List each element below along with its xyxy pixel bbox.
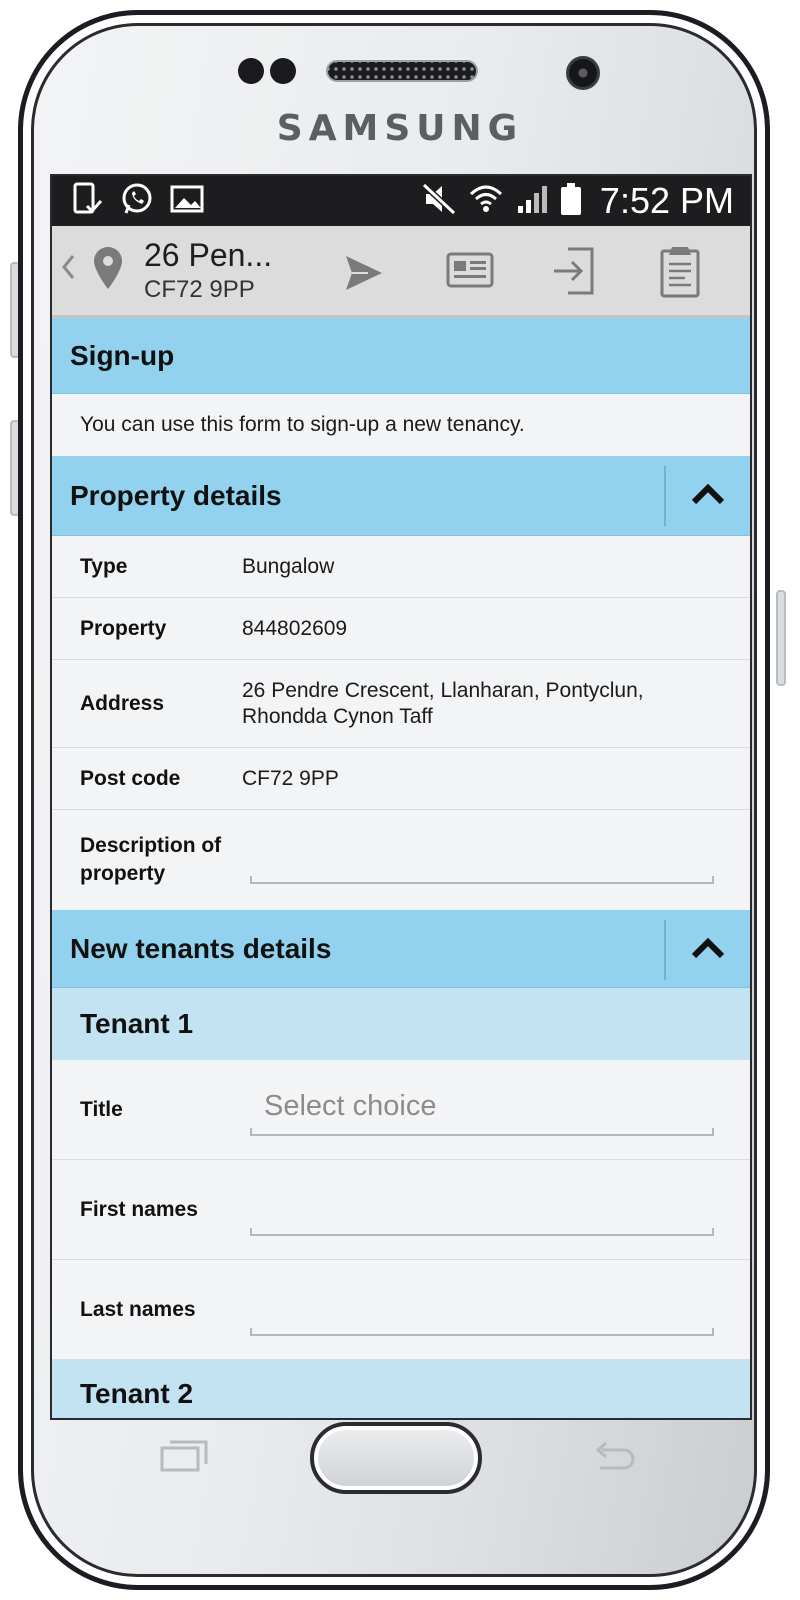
last-names-label: Last names	[80, 1297, 196, 1321]
property-value: 844802609	[242, 616, 348, 640]
address-label: Address	[80, 691, 165, 715]
wifi-icon	[468, 182, 504, 221]
location-postcode: CF72 9PP	[144, 276, 255, 303]
chevron-up-icon	[691, 483, 725, 510]
signal-icon	[516, 184, 548, 219]
title-select[interactable]: Select choice	[264, 1090, 437, 1123]
type-label: Type	[80, 554, 128, 578]
new-tenants-header[interactable]: New tenants details	[52, 910, 750, 988]
description-label-line-1: Description of	[80, 834, 222, 857]
address-value: 26 Pendre Crescent, Llanharan, Pontyclun…	[242, 678, 644, 730]
tenant-1-title-row: Title Select choice	[52, 1060, 750, 1160]
chevron-up-icon	[691, 937, 725, 964]
first-names-field[interactable]	[250, 1228, 714, 1236]
card-icon[interactable]	[446, 252, 494, 293]
new-tenants-title: New tenants details	[70, 932, 332, 964]
login-icon[interactable]	[552, 246, 596, 301]
collapse-tenants-button[interactable]	[664, 920, 750, 980]
tenant-1-last-names-row: Last names	[52, 1260, 750, 1360]
status-bar: 7:52 PM	[52, 176, 750, 226]
brand-logo: SAMSUNG	[276, 108, 524, 149]
description-field[interactable]	[250, 876, 714, 884]
property-row-postcode: Post code CF72 9PP	[52, 748, 750, 810]
signup-header: Sign-up	[52, 318, 750, 394]
title-select-underline[interactable]	[250, 1128, 714, 1136]
back-arrow-icon[interactable]	[590, 1440, 636, 1477]
earpiece-speaker	[326, 60, 478, 82]
tenant-1-header: Tenant 1	[52, 988, 750, 1060]
toolbar: 26 Pen... CF72 9PP	[52, 226, 750, 318]
screen: 7:52 PM 26 Pen... CF72 9PP Sign-up You c…	[50, 174, 752, 1420]
last-names-field[interactable]	[250, 1328, 714, 1336]
proximity-sensor	[238, 58, 264, 84]
light-sensor	[270, 58, 296, 84]
location-header[interactable]: 26 Pen... CF72 9PP	[92, 237, 294, 304]
status-time: 7:52 PM	[599, 180, 734, 221]
address-line-2: Rhondda Cynon Taff	[242, 704, 433, 728]
postcode-label: Post code	[80, 766, 181, 790]
signup-title: Sign-up	[70, 339, 175, 371]
type-value: Bungalow	[242, 554, 335, 578]
send-icon[interactable]	[344, 254, 384, 297]
clipboard-icon[interactable]	[660, 244, 700, 303]
recent-apps-icon[interactable]	[160, 1438, 208, 1477]
gallery-icon	[170, 184, 204, 219]
first-names-label: First names	[80, 1197, 198, 1221]
property-details-header[interactable]: Property details	[52, 456, 750, 536]
location-title: 26 Pen...	[144, 237, 273, 273]
postcode-value: CF72 9PP	[242, 766, 339, 790]
mute-icon	[421, 182, 456, 220]
map-pin-icon	[92, 245, 124, 296]
tenant-1-first-names-row: First names	[52, 1160, 750, 1260]
whatsapp-icon	[120, 182, 154, 221]
property-row-description: Description of property	[52, 810, 750, 910]
front-camera-icon	[566, 56, 600, 90]
back-chevron-icon[interactable]	[60, 253, 86, 289]
home-button[interactable]	[310, 1422, 482, 1494]
property-row-type: Type Bungalow	[52, 536, 750, 598]
property-row-property: Property 844802609	[52, 598, 750, 660]
description-label: Description of property	[80, 832, 242, 888]
address-line-1: 26 Pendre Crescent, Llanharan, Pontyclun…	[242, 678, 644, 702]
device-check-icon	[72, 182, 104, 221]
signup-intro: You can use this form to sign-up a new t…	[52, 394, 750, 456]
property-row-address: Address 26 Pendre Crescent, Llanharan, P…	[52, 660, 750, 748]
power-button[interactable]	[776, 590, 786, 686]
description-label-line-2: property	[80, 862, 166, 885]
title-label: Title	[80, 1097, 123, 1121]
tenant-2-header: Tenant 2	[52, 1360, 750, 1418]
property-details-title: Property details	[70, 479, 282, 511]
property-label: Property	[80, 616, 167, 640]
collapse-property-button[interactable]	[664, 466, 750, 526]
battery-icon	[560, 182, 582, 221]
